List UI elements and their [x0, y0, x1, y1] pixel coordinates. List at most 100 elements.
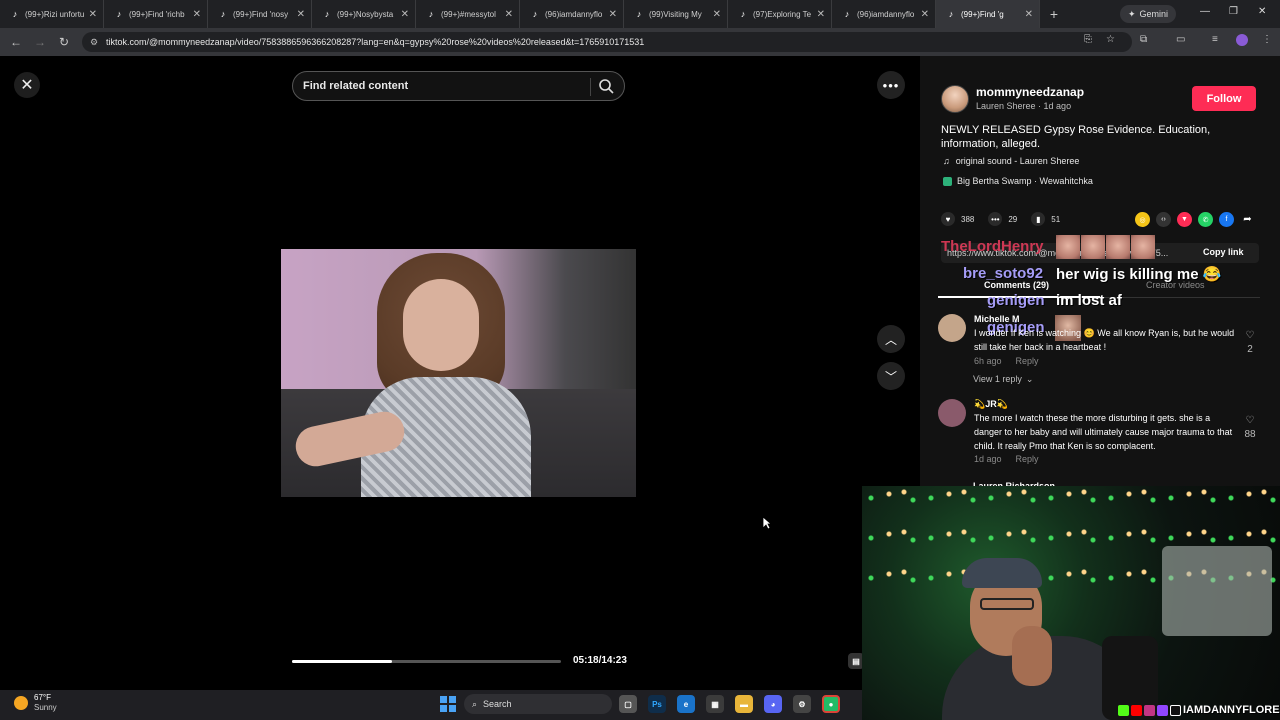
close-tab-icon[interactable]: ✕	[713, 9, 721, 20]
browser-tab[interactable]: ♪ (96)iamdannyflo ✕	[832, 0, 936, 28]
commenter-avatar[interactable]	[938, 399, 966, 427]
forward-icon[interactable]: →	[28, 35, 52, 49]
heart-outline-icon: ♡	[1245, 415, 1255, 426]
browser-tab[interactable]: ♪ (99+)Nosybysta ✕	[312, 0, 416, 28]
site-info-icon[interactable]: ⚙	[90, 37, 98, 48]
twitch-icon	[1157, 704, 1168, 716]
settings-icon[interactable]: ⚙	[793, 695, 811, 713]
media-controls-icon[interactable]: ≡	[1212, 34, 1218, 45]
previous-video-button[interactable]: ︿	[877, 325, 905, 353]
reload-icon[interactable]: ↻	[52, 35, 76, 49]
chrome-icon[interactable]: ●	[822, 695, 840, 713]
close-video-button[interactable]: ✕	[14, 72, 40, 98]
file-explorer-icon[interactable]: ▬	[735, 695, 753, 713]
video-progress-bar[interactable]	[292, 660, 561, 663]
embed-icon[interactable]: ‹›	[1156, 212, 1171, 227]
comment-like-button[interactable]: ♡	[1242, 415, 1258, 426]
edge-icon[interactable]: e	[677, 695, 695, 713]
chat-overlay-message: her wig is killing me 😂	[1056, 266, 1222, 283]
close-tab-icon[interactable]: ✕	[89, 9, 97, 20]
commenter-name[interactable]: 💫JR💫	[974, 399, 1008, 410]
commenter-avatar[interactable]	[938, 314, 966, 342]
browser-tab-active[interactable]: ♪ (99+)Find 'g ✕	[936, 0, 1040, 28]
close-tab-icon[interactable]: ✕	[297, 9, 305, 20]
taskbar-search[interactable]: ⌕ Search	[464, 694, 612, 714]
browser-tab[interactable]: ♪ (99+)#messytol ✕	[416, 0, 520, 28]
weather-widget[interactable]: 67°F Sunny	[14, 693, 57, 713]
webcam-streamer-glasses	[980, 598, 1034, 610]
close-tab-icon[interactable]: ✕	[817, 9, 825, 20]
profile-avatar-icon[interactable]	[1236, 34, 1248, 46]
copy-link-button[interactable]: Copy link	[1203, 247, 1244, 257]
browser-tab[interactable]: ♪ (99+)Find 'richb ✕	[104, 0, 208, 28]
back-icon[interactable]: ←	[4, 35, 28, 49]
photoshop-icon[interactable]: Ps	[648, 695, 666, 713]
youtube-icon	[1131, 704, 1142, 716]
instagram-icon	[1144, 704, 1155, 716]
creator-avatar[interactable]	[941, 85, 969, 113]
menu-dots-icon[interactable]: ⋮	[1262, 34, 1272, 45]
commenter-name[interactable]: Michelle M	[974, 314, 1020, 324]
new-tab-icon[interactable]: +	[1040, 6, 1068, 22]
creator-handle[interactable]: mommyneedzanap	[976, 85, 1084, 99]
sound-link[interactable]: ♫ original sound - Lauren Sheree	[943, 156, 1079, 166]
comment-like-button[interactable]: ♡	[1242, 330, 1258, 341]
sidebar-icon[interactable]: ▭	[1176, 34, 1185, 45]
close-tab-icon[interactable]: ✕	[609, 9, 617, 20]
video-frame[interactable]	[281, 249, 636, 497]
store-icon[interactable]: ▦	[706, 695, 724, 713]
close-tab-icon[interactable]: ✕	[401, 9, 409, 20]
facebook-icon[interactable]: f	[1219, 212, 1234, 227]
minimize-icon[interactable]: —	[1200, 6, 1210, 17]
browser-tab[interactable]: ♪ (99+)Find 'nosy ✕	[208, 0, 312, 28]
maximize-icon[interactable]: ❐	[1229, 6, 1238, 17]
comment-like-count: 2	[1247, 344, 1253, 355]
chevron-down-icon: ﹀	[884, 369, 897, 384]
save-button[interactable]: ▮ 51	[1031, 212, 1060, 226]
search-divider	[590, 78, 591, 96]
chevron-down-icon: ⌄	[1025, 374, 1034, 384]
send-icon[interactable]: ▼	[1177, 212, 1192, 227]
whatsapp-icon[interactable]: ✆	[1198, 212, 1213, 227]
windows-start-icon[interactable]	[440, 696, 456, 712]
view-replies-button[interactable]: View 1 reply ⌄	[973, 374, 1033, 385]
reply-button[interactable]: Reply	[1016, 356, 1039, 366]
tiktok-icon: ♪	[532, 9, 538, 19]
address-bar[interactable]: ⚙ tiktok.com/@mommyneedzanap/video/75838…	[82, 32, 1132, 52]
heart-icon: ♥	[941, 212, 955, 226]
close-tab-icon[interactable]: ✕	[921, 9, 929, 20]
discord-icon[interactable]: ◕	[764, 695, 782, 713]
creator-byline: Lauren Sheree · 1d ago	[976, 101, 1072, 111]
close-tab-icon[interactable]: ✕	[1025, 9, 1033, 20]
close-tab-icon[interactable]: ✕	[193, 9, 201, 20]
browser-tab[interactable]: ♪ (99)Visiting My ✕	[624, 0, 728, 28]
install-icon[interactable]: ⎘	[1084, 34, 1092, 45]
chat-overlay-username: genigen	[987, 292, 1045, 309]
streamer-webcam	[862, 486, 1280, 720]
browser-tab[interactable]: ♪ (99+)Rizi unfortu ✕	[0, 0, 104, 28]
more-options-button[interactable]: •••	[877, 71, 905, 99]
related-search-input[interactable]: Find related content	[292, 71, 625, 101]
tiktok-icon: ♪	[740, 9, 746, 19]
tiktok-icon: ♪	[844, 9, 850, 19]
task-view-icon[interactable]: ▢	[619, 695, 637, 713]
location-link[interactable]: Big Bertha Swamp · Wewahitchka	[943, 176, 1093, 186]
bookmark-star-icon[interactable]: ☆	[1106, 34, 1115, 45]
next-video-button[interactable]: ﹀	[877, 362, 905, 390]
repost-icon[interactable]: ◎	[1135, 212, 1150, 227]
reply-button[interactable]: Reply	[1016, 454, 1039, 464]
close-tab-icon[interactable]: ✕	[505, 9, 513, 20]
search-icon[interactable]	[598, 78, 614, 94]
share-arrow-icon[interactable]: ➦	[1240, 212, 1255, 227]
follow-button[interactable]: Follow	[1192, 86, 1256, 111]
gemini-button[interactable]: ✦ Gemini	[1120, 5, 1177, 23]
window-close-icon[interactable]: ✕	[1258, 6, 1266, 17]
like-button[interactable]: ♥ 388	[941, 212, 974, 226]
browser-tab[interactable]: ♪ (96)iamdannyflo ✕	[520, 0, 624, 28]
comment-item: 💫JR💫 The more I watch these the more dis…	[938, 399, 1258, 469]
extensions-icon[interactable]: ⧉	[1140, 34, 1147, 45]
comment-button[interactable]: ••• 29	[988, 212, 1017, 226]
close-icon: ✕	[20, 77, 34, 94]
chat-overlay-username: TheLordHenry	[941, 238, 1044, 255]
browser-tab[interactable]: ♪ (97)Exploring Te ✕	[728, 0, 832, 28]
